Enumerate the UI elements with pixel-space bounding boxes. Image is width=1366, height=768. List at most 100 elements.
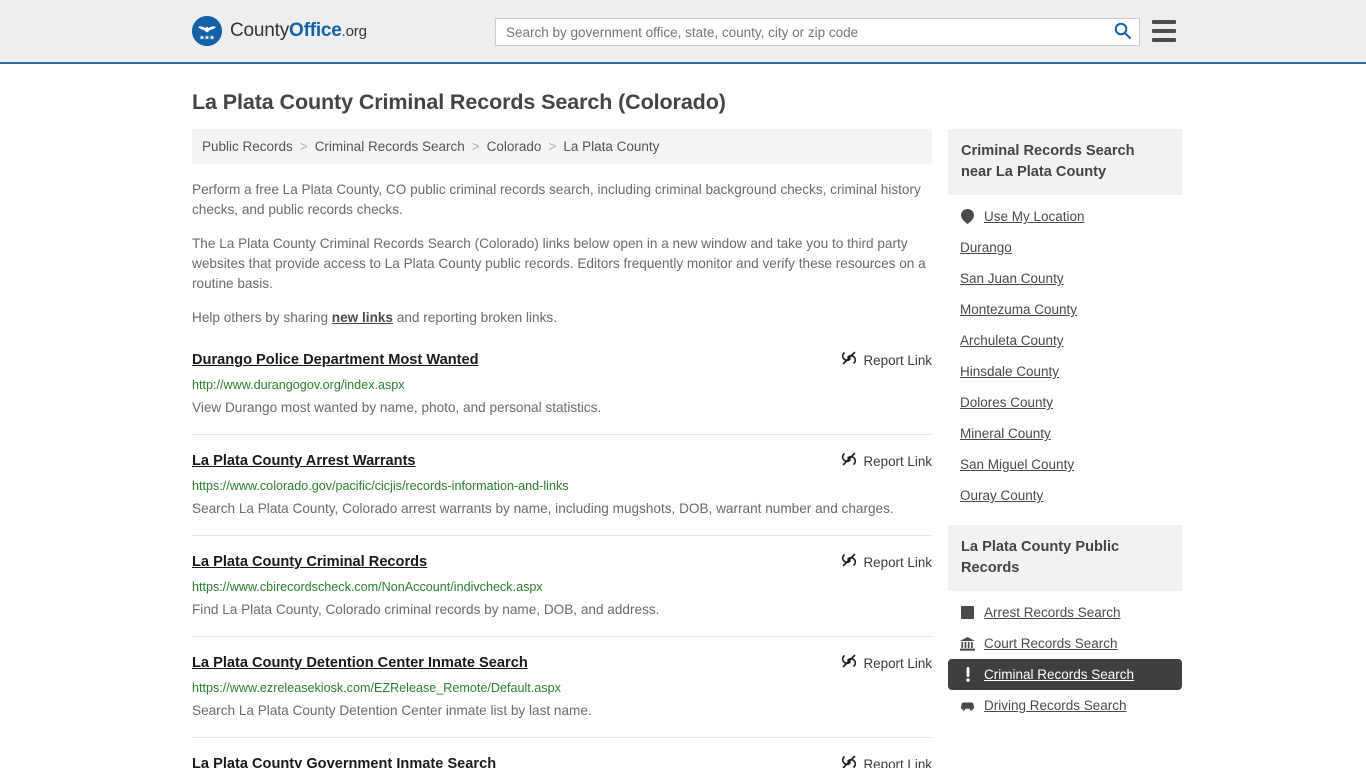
hamburger-bar bbox=[1152, 29, 1176, 33]
result-title-link[interactable]: La Plata County Government Inmate Search bbox=[192, 754, 496, 768]
sidebar-item-label: Dolores County bbox=[960, 395, 1054, 410]
breadcrumb-separator: > bbox=[299, 139, 308, 154]
result-item: La Plata County Arrest Warrants Report L… bbox=[192, 451, 932, 536]
result-list: Durango Police Department Most Wanted Re… bbox=[192, 350, 932, 768]
eagle-shield-icon bbox=[192, 16, 222, 46]
result-url: http://www.durangogov.org/index.aspx bbox=[192, 378, 405, 392]
result-item: Durango Police Department Most Wanted Re… bbox=[192, 350, 932, 435]
intro-text: Perform a free La Plata County, CO publi… bbox=[192, 180, 932, 328]
sidebar-item-label: Criminal Records Search bbox=[984, 667, 1135, 682]
search-button[interactable] bbox=[1105, 19, 1139, 45]
report-link-label: Report Link bbox=[863, 353, 932, 368]
broken-link-icon bbox=[841, 552, 857, 573]
page-title: La Plata County Criminal Records Search … bbox=[192, 90, 726, 114]
sidebar-item-san-juan-county[interactable]: San Juan County bbox=[948, 263, 1182, 294]
report-link-label: Report Link bbox=[863, 454, 932, 469]
result-title-link[interactable]: La Plata County Detention Center Inmate … bbox=[192, 653, 528, 673]
intro-p3-before: Help others by sharing bbox=[192, 310, 332, 325]
content-columns: Public Records > Criminal Records Search… bbox=[192, 129, 1182, 768]
sidebar-item-durango[interactable]: Durango bbox=[948, 232, 1182, 263]
new-links-link[interactable]: new links bbox=[332, 310, 393, 325]
result-item: La Plata County Government Inmate Search… bbox=[192, 754, 932, 768]
sidebar-heading-public-records: La Plata County Public Records bbox=[948, 525, 1182, 591]
sidebar-item-archuleta-county[interactable]: Archuleta County bbox=[948, 325, 1182, 356]
broken-link-icon bbox=[841, 451, 857, 472]
result-title-link[interactable]: Durango Police Department Most Wanted bbox=[192, 350, 479, 370]
report-link-label: Report Link bbox=[863, 757, 932, 768]
result-header: La Plata County Arrest Warrants Report L… bbox=[192, 451, 932, 472]
sidebar-item-hinsdale-county[interactable]: Hinsdale County bbox=[948, 356, 1182, 387]
report-link-label: Report Link bbox=[863, 656, 932, 671]
sidebar-item-driving-records-search[interactable]: Driving Records Search bbox=[948, 690, 1182, 721]
intro-p3-after: and reporting broken links. bbox=[393, 310, 557, 325]
result-header: La Plata County Government Inmate Search… bbox=[192, 754, 932, 768]
result-url: https://www.cbirecordscheck.com/NonAccou… bbox=[192, 580, 543, 594]
search-bar bbox=[495, 18, 1140, 46]
breadcrumb-item-la-plata-county[interactable]: La Plata County bbox=[563, 139, 659, 154]
breadcrumb-separator: > bbox=[471, 139, 480, 154]
sidebar-item-label: Use My Location bbox=[984, 209, 1085, 224]
broken-link-icon bbox=[841, 754, 857, 768]
report-link-button[interactable]: Report Link bbox=[841, 350, 932, 371]
fingerprint-square-icon bbox=[960, 605, 975, 620]
report-link-button[interactable]: Report Link bbox=[841, 653, 932, 674]
sidebar-item-label: Hinsdale County bbox=[960, 364, 1060, 379]
report-link-button[interactable]: Report Link bbox=[841, 451, 932, 472]
breadcrumb-item-criminal-records-search[interactable]: Criminal Records Search bbox=[315, 139, 465, 154]
result-url: https://www.colorado.gov/pacific/cicjis/… bbox=[192, 479, 569, 493]
intro-paragraph-2: The La Plata County Criminal Records Sea… bbox=[192, 236, 926, 291]
result-title-link[interactable]: La Plata County Arrest Warrants bbox=[192, 451, 416, 471]
result-title-link[interactable]: La Plata County Criminal Records bbox=[192, 552, 427, 572]
sidebar-item-label: Archuleta County bbox=[960, 333, 1064, 348]
sidebar-item-label: San Juan County bbox=[960, 271, 1064, 286]
search-input[interactable] bbox=[496, 19, 1105, 45]
breadcrumb-item-public-records[interactable]: Public Records bbox=[202, 139, 293, 154]
page-container: La Plata County Criminal Records Search … bbox=[0, 90, 1366, 768]
report-link-label: Report Link bbox=[863, 555, 932, 570]
result-header: La Plata County Detention Center Inmate … bbox=[192, 653, 932, 674]
sidebar-item-dolores-county[interactable]: Dolores County bbox=[948, 387, 1182, 418]
result-url: https://www.ezreleasekiosk.com/EZRelease… bbox=[192, 681, 561, 695]
hamburger-bar bbox=[1152, 38, 1176, 42]
report-link-button[interactable]: Report Link bbox=[841, 754, 932, 768]
sidebar-item-label: Mineral County bbox=[960, 426, 1051, 441]
result-description: Search La Plata County Detention Center … bbox=[192, 703, 592, 718]
sidebar-item-mineral-county[interactable]: Mineral County bbox=[948, 418, 1182, 449]
report-link-button[interactable]: Report Link bbox=[841, 552, 932, 573]
breadcrumb: Public Records > Criminal Records Search… bbox=[192, 129, 932, 164]
sidebar-item-court-records-search[interactable]: Court Records Search bbox=[948, 628, 1182, 659]
breadcrumb-separator: > bbox=[548, 139, 557, 154]
result-item: La Plata County Detention Center Inmate … bbox=[192, 653, 932, 738]
sidebar: Criminal Records Search near La Plata Co… bbox=[948, 129, 1182, 735]
logo-text-office: Office bbox=[289, 20, 342, 41]
sidebar-public-records-list: Arrest Records Search Court Records Sear… bbox=[948, 591, 1182, 721]
site-logo[interactable]: CountyOffice.org bbox=[192, 16, 367, 46]
sidebar-nearby-list: Use My Location Durango San Juan County … bbox=[948, 195, 1182, 511]
result-header: La Plata County Criminal Records Report … bbox=[192, 552, 932, 573]
sidebar-heading-nearby: Criminal Records Search near La Plata Co… bbox=[948, 129, 1182, 195]
intro-paragraph-3: Help others by sharing new links and rep… bbox=[192, 308, 932, 328]
sidebar-item-arrest-records-search[interactable]: Arrest Records Search bbox=[948, 597, 1182, 628]
sidebar-item-san-miguel-county[interactable]: San Miguel County bbox=[948, 449, 1182, 480]
result-item: La Plata County Criminal Records Report … bbox=[192, 552, 932, 637]
search-icon bbox=[1114, 22, 1131, 42]
map-pin-icon bbox=[960, 209, 975, 224]
breadcrumb-item-colorado[interactable]: Colorado bbox=[487, 139, 542, 154]
car-icon bbox=[960, 698, 975, 713]
sidebar-item-montezuma-county[interactable]: Montezuma County bbox=[948, 294, 1182, 325]
result-description: View Durango most wanted by name, photo,… bbox=[192, 400, 602, 415]
broken-link-icon bbox=[841, 653, 857, 674]
intro-paragraph-1: Perform a free La Plata County, CO publi… bbox=[192, 182, 921, 217]
sidebar-item-ouray-county[interactable]: Ouray County bbox=[948, 480, 1182, 511]
sidebar-item-label: Durango bbox=[960, 240, 1012, 255]
hamburger-bar bbox=[1152, 20, 1176, 24]
exclamation-icon bbox=[960, 667, 975, 682]
sidebar-item-criminal-records-search[interactable]: Criminal Records Search bbox=[948, 659, 1182, 690]
sidebar-section-nearby: Criminal Records Search near La Plata Co… bbox=[948, 129, 1182, 511]
logo-text-org: .org bbox=[341, 23, 367, 40]
result-description: Find La Plata County, Colorado criminal … bbox=[192, 602, 660, 617]
hamburger-menu-icon[interactable] bbox=[1152, 20, 1176, 42]
sidebar-item-use-my-location[interactable]: Use My Location bbox=[948, 201, 1182, 232]
sidebar-section-public-records: La Plata County Public Records Arrest Re… bbox=[948, 525, 1182, 721]
logo-text-county: County bbox=[230, 20, 290, 41]
